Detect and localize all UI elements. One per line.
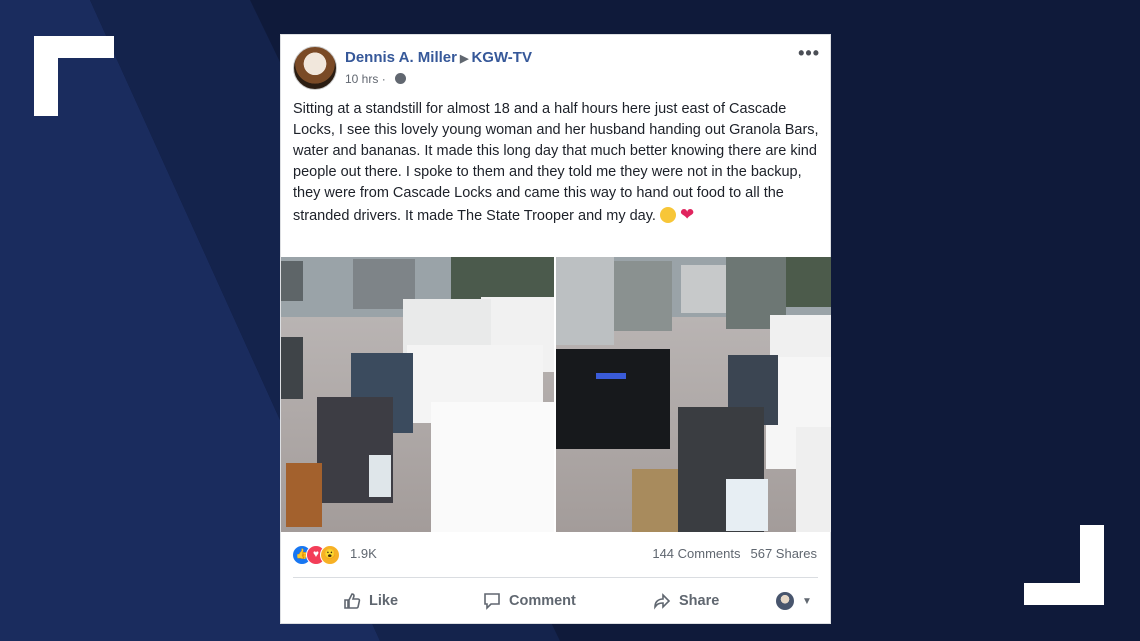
audience-selector[interactable]: ▼: [776, 588, 812, 614]
shares-count[interactable]: 567 Shares: [751, 546, 818, 561]
post-timestamp[interactable]: 10 hrs: [345, 72, 378, 86]
author-name[interactable]: Dennis A. Miller: [345, 49, 457, 66]
reaction-count[interactable]: 1.9K: [350, 546, 377, 561]
engagement-counts: 144 Comments 567 Shares: [652, 546, 817, 561]
like-button[interactable]: Like: [343, 588, 398, 614]
thumbs-up-icon: [344, 593, 361, 609]
share-icon: [654, 593, 671, 610]
comment-label: Comment: [509, 593, 576, 609]
share-button[interactable]: Share: [653, 588, 719, 614]
corner-bracket-bottom-right: [1024, 525, 1104, 605]
comments-count[interactable]: 144 Comments: [652, 546, 740, 561]
corner-bracket-top-left: [34, 36, 114, 116]
audience-avatar: [776, 592, 794, 610]
wow-reaction-icon: 😮: [320, 545, 340, 565]
share-label: Share: [679, 593, 720, 609]
smiley-emoji-icon: [659, 207, 676, 223]
post-photo-left[interactable]: [281, 257, 554, 532]
divider: [293, 577, 818, 578]
post-author-line: Dennis A. Miller ▶ KGW-TV: [345, 49, 532, 66]
post-body: Sitting at a standstill for almost 18 an…: [293, 101, 819, 224]
author-avatar[interactable]: [293, 46, 337, 90]
more-options-icon[interactable]: •••: [798, 43, 820, 64]
comment-button[interactable]: Comment: [483, 588, 576, 614]
shared-to-arrow-icon: ▶: [459, 53, 469, 65]
comment-icon: [484, 593, 500, 610]
page-name[interactable]: KGW-TV: [471, 49, 532, 66]
globe-icon[interactable]: [395, 73, 407, 84]
post-text: Sitting at a standstill for almost 18 an…: [293, 99, 821, 227]
chevron-down-icon: ▼: [802, 595, 812, 607]
like-label: Like: [369, 593, 399, 609]
heart-emoji-icon: ❤: [679, 205, 695, 224]
facebook-post: Dennis A. Miller ▶ KGW-TV 10 hrs · ••• Sit…: [280, 34, 831, 624]
post-meta: 10 hrs ·: [345, 72, 407, 86]
post-photo-right[interactable]: [556, 257, 831, 532]
